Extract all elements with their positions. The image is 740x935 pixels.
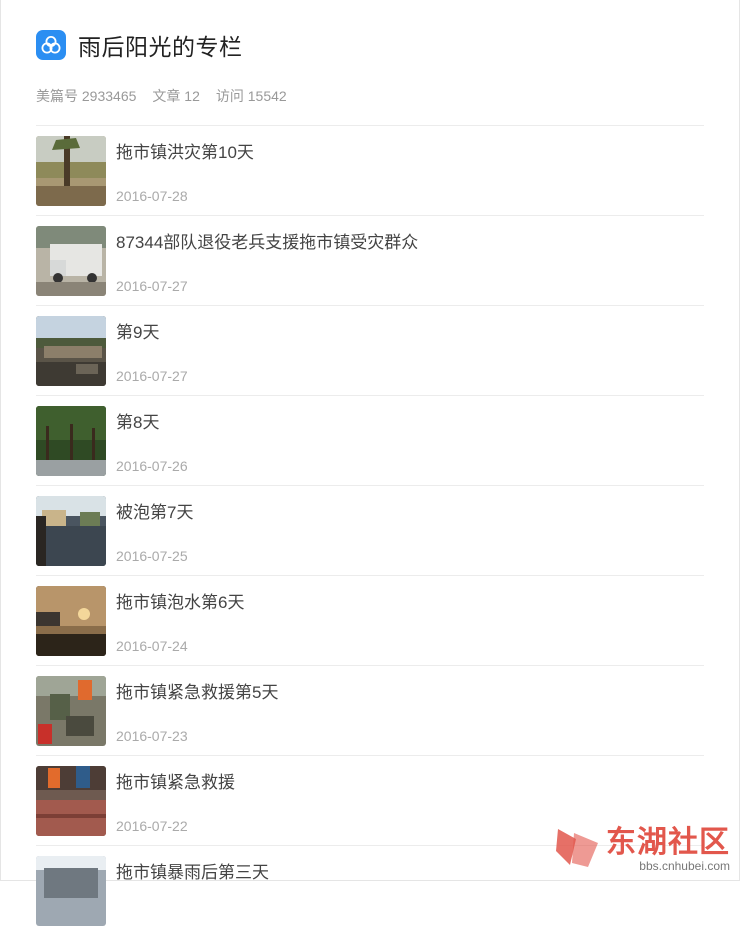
article-thumbnail[interactable] (36, 406, 106, 476)
article-date: 2016-07-28 (116, 188, 188, 204)
meipian-id: 美篇号 2933465 (36, 88, 137, 104)
article-thumbnail[interactable] (36, 586, 106, 656)
article-date: 2016-07-22 (116, 818, 188, 834)
article-title[interactable]: 拖市镇紧急救援第5天 (116, 678, 278, 703)
article-list: 拖市镇洪灾第10天 2016-07-28 87344部队退役老兵支援拖市镇受灾群… (36, 125, 704, 935)
column-header: 雨后阳光的专栏 (36, 28, 243, 62)
article-title[interactable]: 被泡第7天 (116, 498, 193, 523)
article-item[interactable]: 第8天 2016-07-26 (36, 395, 704, 485)
article-date: 2016-07-27 (116, 368, 188, 384)
meipian-logo-icon (36, 30, 66, 60)
article-date: 2016-07-25 (116, 548, 188, 564)
watermark-name: 东湖社区 (606, 825, 730, 859)
column-stats: 美篇号 2933465 文章 12 访问 15542 (36, 86, 287, 106)
article-thumbnail[interactable] (36, 676, 106, 746)
article-thumbnail[interactable] (36, 316, 106, 386)
article-date: 2016-07-24 (116, 638, 188, 654)
article-date: 2016-07-26 (116, 458, 188, 474)
article-title[interactable]: 第8天 (116, 408, 159, 433)
article-item[interactable]: 拖市镇泡水第6天 2016-07-24 (36, 575, 704, 665)
article-title[interactable]: 87344部队退役老兵支援拖市镇受灾群众 (116, 228, 418, 253)
site-watermark: 东湖社区 bbs.cnhubei.com (554, 823, 730, 876)
article-title[interactable]: 拖市镇暴雨后第三天 (116, 858, 269, 883)
watermark-url: bbs.cnhubei.com (639, 858, 730, 873)
article-date: 2016-07-27 (116, 278, 188, 294)
article-item[interactable]: 拖市镇洪灾第10天 2016-07-28 (36, 125, 704, 215)
article-item[interactable]: 被泡第7天 2016-07-25 (36, 485, 704, 575)
article-thumbnail[interactable] (36, 856, 106, 926)
article-item[interactable]: 拖市镇紧急救援第5天 2016-07-23 (36, 665, 704, 755)
watermark-logo-icon (554, 823, 602, 876)
article-thumbnail[interactable] (36, 766, 106, 836)
article-item[interactable]: 第9天 2016-07-27 (36, 305, 704, 395)
article-title[interactable]: 拖市镇洪灾第10天 (116, 138, 254, 163)
article-thumbnail[interactable] (36, 496, 106, 566)
article-thumbnail[interactable] (36, 136, 106, 206)
article-title[interactable]: 第9天 (116, 318, 159, 343)
visit-count: 访问 15542 (215, 88, 287, 104)
article-thumbnail[interactable] (36, 226, 106, 296)
article-title[interactable]: 拖市镇紧急救援 (116, 768, 235, 793)
article-count: 文章 12 (152, 88, 200, 104)
page-title: 雨后阳光的专栏 (78, 34, 243, 60)
article-item[interactable]: 87344部队退役老兵支援拖市镇受灾群众 2016-07-27 (36, 215, 704, 305)
article-title[interactable]: 拖市镇泡水第6天 (116, 588, 244, 613)
article-date: 2016-07-23 (116, 728, 188, 744)
